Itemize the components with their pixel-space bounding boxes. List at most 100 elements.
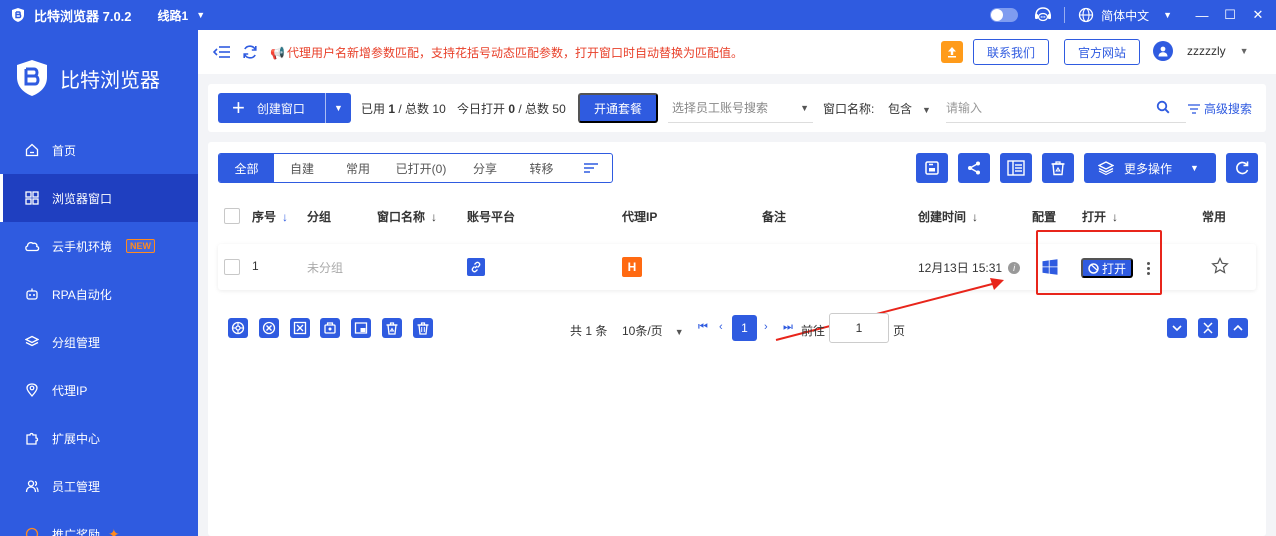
row-platform[interactable] [467, 258, 485, 276]
tab-opened[interactable]: 已打开(0) [386, 154, 456, 182]
batch-close-icon[interactable] [259, 318, 279, 338]
sidebar-item-proxy-ip[interactable]: 代理IP [0, 366, 198, 414]
create-window-main[interactable]: + 创建窗口 [218, 93, 326, 123]
column-group: 分组 [307, 210, 332, 224]
chevron-down-icon[interactable]: ▼ [1163, 10, 1172, 20]
sidebar-item-label: 首页 [52, 143, 77, 158]
column-created[interactable]: 创建时间 ↓ [918, 208, 978, 225]
language-selector[interactable]: 简体中文 [1101, 7, 1149, 24]
link-icon[interactable] [467, 258, 485, 276]
sidebar-item-label: 浏览器窗口 [52, 191, 113, 206]
staff-account-select[interactable]: 选择员工账号搜索 ▼ [668, 93, 813, 123]
batch-clear-icon[interactable] [290, 318, 310, 338]
theme-toggle[interactable] [990, 8, 1019, 22]
user-menu[interactable]: zzzzzly ▼ [1153, 41, 1249, 61]
collapse-sidebar-icon[interactable] [212, 42, 232, 62]
sort-arrow-icon[interactable]: ↓ [972, 210, 978, 224]
line-selector[interactable]: 线路1 [158, 7, 189, 24]
search-icon[interactable] [1154, 98, 1172, 116]
goto-page-input[interactable] [829, 313, 889, 343]
sidebar-item-groups[interactable]: 分组管理 [0, 318, 198, 366]
advanced-search-link[interactable]: 高级搜索 [1188, 100, 1252, 117]
sidebar-item-staff[interactable]: 员工管理 [0, 462, 198, 510]
refresh-icon[interactable] [240, 42, 260, 62]
column-config: 配置 [1032, 210, 1057, 224]
sidebar-item-browser-windows[interactable]: 浏览器窗口 [0, 174, 198, 222]
batch-cookie-icon[interactable] [320, 318, 340, 338]
refresh-list-icon[interactable] [1226, 153, 1258, 183]
batch-settings-icon[interactable] [228, 318, 248, 338]
column-open[interactable]: 打开 ↓ [1082, 208, 1118, 225]
search-toolbar: + 创建窗口 ▼ 已用 1 / 总数 10 今日打开 0 / 总数 50 开通套… [208, 84, 1266, 132]
row-proxy: H [622, 257, 642, 277]
window-list-panel: 全部 自建 常用 已打开(0) 分享 转移 更多操作 ▼ 序号 ↓ 分组 窗口名称… [208, 142, 1266, 536]
list-view-icon[interactable] [1000, 153, 1032, 183]
tab-self-built[interactable]: 自建 [274, 154, 330, 182]
select-all-checkbox[interactable] [224, 208, 240, 224]
first-page-icon[interactable]: ⏮ [698, 321, 708, 334]
scroll-down-icon[interactable] [1167, 318, 1187, 338]
layers-icon [24, 334, 40, 350]
sidebar-item-extensions[interactable]: 扩展中心 [0, 414, 198, 462]
column-seq[interactable]: 序号 ↓ [252, 208, 288, 225]
upgrade-icon[interactable] [941, 41, 963, 63]
grid-icon [24, 190, 40, 206]
sidebar-item-home[interactable]: 首页 [0, 126, 198, 174]
match-mode-value: 包含 [888, 102, 913, 116]
more-actions-button[interactable]: 更多操作 ▼ [1084, 153, 1216, 183]
globe-icon[interactable] [1075, 4, 1097, 26]
sort-arrow-icon[interactable]: ↓ [1112, 210, 1118, 224]
row-checkbox[interactable] [224, 259, 240, 275]
sidebar-item-cloud-phone[interactable]: 云手机环境 NEW [0, 222, 198, 270]
batch-delete-icon[interactable] [413, 318, 433, 338]
chevron-down-icon[interactable]: ▼ [326, 103, 351, 113]
batch-recycle-icon[interactable] [382, 318, 402, 338]
column-window-name[interactable]: 窗口名称 ↓ [377, 208, 437, 225]
sparkle-icon: ✦ [108, 525, 120, 536]
favorite-star-icon[interactable] [1211, 257, 1229, 275]
tab-transferred[interactable]: 转移 [514, 154, 569, 182]
tab-favorites[interactable]: 常用 [330, 154, 386, 182]
chevron-down-icon: ▼ [800, 102, 809, 113]
tab-all[interactable]: 全部 [219, 154, 274, 182]
sort-arrow-icon[interactable]: ↓ [431, 210, 437, 224]
today-open-stat: 今日打开 0 / 总数 50 [457, 100, 566, 117]
column-created-label: 创建时间 [918, 210, 967, 224]
sidebar-item-referral[interactable]: 推广奖励 ✦ [0, 510, 198, 536]
match-mode-select[interactable]: 包含 ▼ [888, 100, 931, 117]
app-logo-icon [10, 7, 26, 23]
official-website-button[interactable]: 官方网站 [1064, 39, 1140, 65]
contact-us-button[interactable]: 联系我们 [973, 39, 1049, 65]
column-seq-label: 序号 [252, 210, 277, 224]
chevron-down-icon[interactable]: ▼ [196, 10, 205, 20]
batch-window-icon[interactable] [351, 318, 371, 338]
prev-page-icon[interactable]: ‹ [719, 321, 723, 333]
avatar[interactable] [1153, 41, 1173, 61]
open-plan-button[interactable]: 开通套餐 [578, 93, 658, 123]
customer-service-icon[interactable] [1032, 4, 1054, 26]
share-icon[interactable] [958, 153, 990, 183]
puzzle-icon [24, 430, 40, 446]
recycle-bin-icon[interactable] [1042, 153, 1074, 183]
chevron-down-icon[interactable]: ▼ [1240, 46, 1249, 56]
save-icon[interactable] [916, 153, 948, 183]
page-number-current[interactable]: 1 [732, 315, 757, 341]
create-window-button[interactable]: + 创建窗口 ▼ [218, 93, 351, 123]
page-size-select[interactable]: 10条/页 ▼ [622, 322, 684, 339]
window-name-input[interactable] [946, 93, 1186, 123]
sort-list-icon[interactable] [569, 154, 612, 182]
last-page-icon[interactable]: ⏭ [783, 321, 793, 334]
next-page-icon[interactable]: › [764, 321, 768, 333]
used-value: 1 [388, 102, 396, 116]
sidebar-item-label: 员工管理 [52, 479, 101, 494]
annotation-highlight-box [1036, 230, 1162, 295]
scroll-up-icon[interactable] [1228, 318, 1248, 338]
sidebar-item-rpa[interactable]: RPA自动化 [0, 270, 198, 318]
tab-shared[interactable]: 分享 [456, 154, 514, 182]
collapse-icon[interactable] [1198, 318, 1218, 338]
minimize-button[interactable]: — [1188, 8, 1216, 23]
maximize-button[interactable]: ☐ [1216, 7, 1244, 23]
close-button[interactable]: ✕ [1244, 7, 1272, 23]
username[interactable]: zzzzzly [1187, 44, 1226, 58]
sort-arrow-icon[interactable]: ↓ [282, 210, 288, 224]
